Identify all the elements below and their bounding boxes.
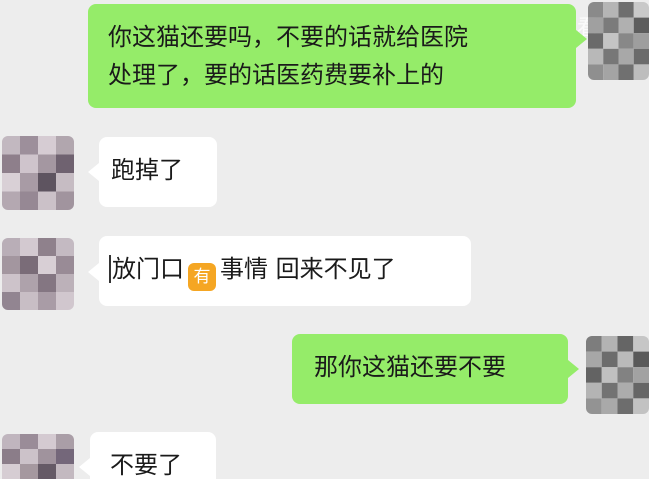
message-text-part: 放门口 [112, 255, 184, 283]
pixelated-avatar-icon [586, 336, 649, 414]
avatar-outgoing[interactable] [588, 2, 649, 80]
message-bubble-incoming[interactable]: 不要了 [90, 432, 216, 479]
pixelated-avatar-icon [2, 238, 74, 310]
message-bubble-outgoing[interactable]: 那你这猫还要不要 [292, 334, 568, 404]
avatar-incoming[interactable] [2, 136, 74, 210]
bubble-tail [79, 458, 90, 476]
avatar-outgoing[interactable] [586, 336, 649, 414]
message-text: 跑掉了 [111, 156, 183, 184]
avatar-incoming[interactable] [2, 434, 74, 479]
bubble-tail [88, 263, 99, 281]
pixelated-avatar-icon [2, 434, 74, 479]
you-emoji-icon: 有 [188, 263, 216, 291]
message-text: 不要了 [110, 451, 182, 479]
message-line: 处理了，要的话医药费要补上的 [108, 61, 444, 89]
bubble-tail [88, 163, 99, 181]
message-line: 你这猫还要吗，不要的话就给医院 [108, 23, 468, 51]
message-text-part: 事情 回来不见了 [220, 255, 396, 283]
chat-window: 快 看 你这猫还要吗，不要的话就给医院 处理了，要的话医药费要补上的 [0, 0, 649, 479]
pixelated-avatar-icon [2, 136, 74, 210]
message-bubble-incoming[interactable]: 放门口有事情 回来不见了 [99, 236, 471, 306]
message-text: 那你这猫还要不要 [314, 353, 506, 381]
avatar-incoming[interactable] [2, 238, 74, 310]
text-cursor [109, 255, 111, 283]
message-bubble-outgoing[interactable]: 你这猫还要吗，不要的话就给医院 处理了，要的话医药费要补上的 [88, 4, 576, 108]
pixelated-avatar-icon [588, 2, 649, 80]
bubble-tail [576, 30, 587, 48]
bubble-tail [568, 360, 579, 378]
message-bubble-incoming[interactable]: 跑掉了 [99, 137, 217, 207]
